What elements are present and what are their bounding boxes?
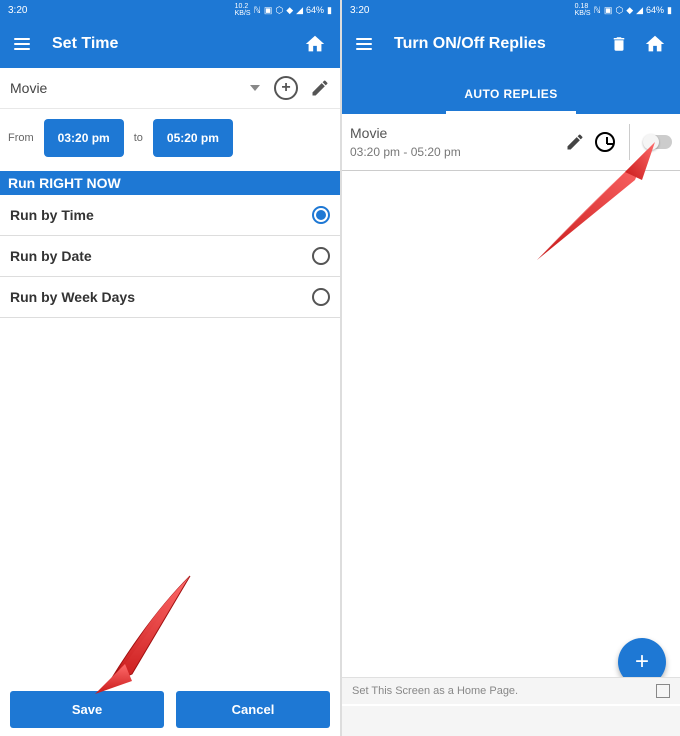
app-title: Turn ON/Off Replies <box>394 35 610 53</box>
wifi-icon: ◆ <box>626 5 633 16</box>
home-label: Set This Screen as a Home Page. <box>352 685 518 697</box>
app-bar: Set Time <box>0 20 340 68</box>
category-dropdown[interactable]: Movie <box>10 76 260 100</box>
radio-icon <box>312 247 330 265</box>
from-time-button[interactable]: 03:20 pm <box>44 119 124 157</box>
save-button[interactable]: Save <box>10 691 164 728</box>
option-run-by-weekdays[interactable]: Run by Week Days <box>0 277 340 318</box>
option-label: Run by Time <box>10 207 94 223</box>
card-icon: ▣ <box>604 5 613 16</box>
reply-time: 03:20 pm - 05:20 pm <box>350 145 565 159</box>
toggle-switch[interactable] <box>644 135 672 149</box>
reply-title: Movie <box>350 125 565 141</box>
app-title: Set Time <box>52 35 304 53</box>
add-icon[interactable]: + <box>274 76 298 100</box>
option-label: Run by Week Days <box>10 289 135 305</box>
radio-icon <box>312 206 330 224</box>
battery-text: 64% <box>646 5 664 15</box>
home-icon[interactable] <box>304 33 326 55</box>
home-icon[interactable] <box>644 33 666 55</box>
nfc-icon: ℕ <box>594 5 601 16</box>
time-range-row: From 03:20 pm to 05:20 pm <box>0 109 340 171</box>
option-run-by-time[interactable]: Run by Time <box>0 195 340 236</box>
to-label: to <box>134 132 143 144</box>
android-icon: ⬡ <box>615 5 623 16</box>
from-label: From <box>8 132 34 144</box>
battery-text: 64% <box>306 5 324 15</box>
trash-icon[interactable] <box>610 34 628 54</box>
card-icon: ▣ <box>264 5 273 16</box>
screen-set-time: 3:20 10.2KB/S ℕ ▣ ⬡ ◆ ◢ 64% ▮ Set Time M… <box>0 0 340 736</box>
wifi-icon: ◆ <box>286 5 293 16</box>
status-time: 3:20 <box>350 5 369 16</box>
edit-icon[interactable] <box>310 78 330 98</box>
status-bar: 3:20 0.18KB/S ℕ ▣ ⬡ ◆ ◢ 64% ▮ <box>342 0 680 20</box>
menu-icon[interactable] <box>14 38 30 50</box>
signal-icon: ◢ <box>636 5 643 16</box>
battery-icon: ▮ <box>667 5 672 16</box>
nfc-icon: ℕ <box>254 5 261 16</box>
edit-icon[interactable] <box>565 132 585 152</box>
option-run-by-date[interactable]: Run by Date <box>0 236 340 277</box>
status-icons: 10.2KB/S ℕ ▣ ⬡ ◆ ◢ 64% ▮ <box>235 3 332 17</box>
cancel-button[interactable]: Cancel <box>176 691 330 728</box>
home-checkbox[interactable] <box>656 684 670 698</box>
status-bar: 3:20 10.2KB/S ℕ ▣ ⬡ ◆ ◢ 64% ▮ <box>0 0 340 20</box>
chevron-down-icon <box>250 85 260 91</box>
screen-replies: 3:20 0.18KB/S ℕ ▣ ⬡ ◆ ◢ 64% ▮ Turn ON/Of… <box>340 0 680 736</box>
app-bar: Turn ON/Off Replies <box>342 20 680 68</box>
battery-icon: ▮ <box>327 5 332 16</box>
home-page-row: Set This Screen as a Home Page. <box>342 677 680 704</box>
tab-auto-replies[interactable]: AUTO REPLIES <box>446 75 575 114</box>
annotation-arrow <box>90 566 210 696</box>
run-now-banner[interactable]: Run RIGHT NOW <box>0 171 340 195</box>
tabs-bar: AUTO REPLIES <box>342 68 680 114</box>
reply-list-item[interactable]: Movie 03:20 pm - 05:20 pm <box>342 114 680 171</box>
option-label: Run by Date <box>10 248 92 264</box>
status-icons: 0.18KB/S ℕ ▣ ⬡ ◆ ◢ 64% ▮ <box>575 3 672 17</box>
android-icon: ⬡ <box>275 5 283 16</box>
bottom-strip <box>342 706 680 736</box>
dropdown-value: Movie <box>10 80 47 96</box>
menu-icon[interactable] <box>356 38 372 50</box>
status-time: 3:20 <box>8 5 27 16</box>
radio-icon <box>312 288 330 306</box>
category-row: Movie + <box>0 68 340 109</box>
to-time-button[interactable]: 05:20 pm <box>153 119 233 157</box>
clock-icon[interactable] <box>595 132 615 152</box>
divider <box>629 124 630 160</box>
action-buttons: Save Cancel <box>0 691 340 728</box>
signal-icon: ◢ <box>296 5 303 16</box>
